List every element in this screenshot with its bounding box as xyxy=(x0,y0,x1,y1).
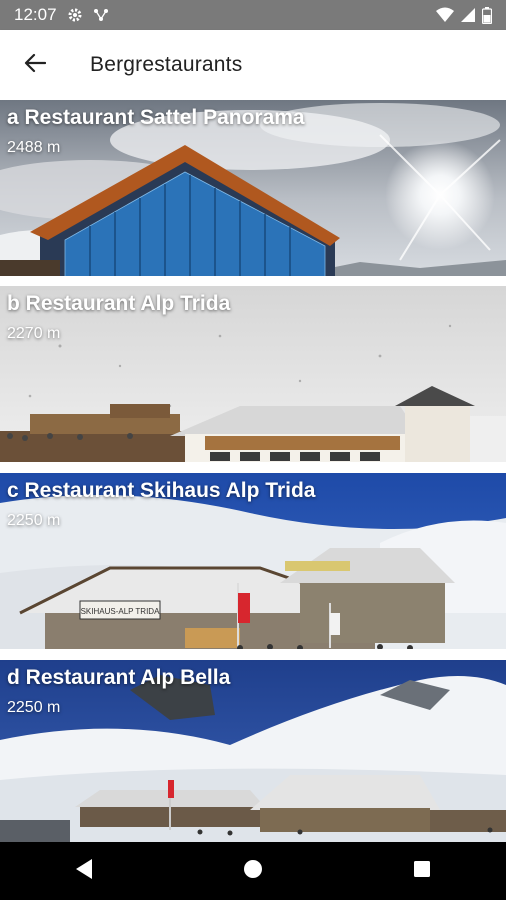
restaurant-title: a Restaurant Sattel Panorama xyxy=(7,106,305,129)
svg-text:SKIHAUS-ALP TRIDA: SKIHAUS-ALP TRIDA xyxy=(81,607,161,616)
signal-icon xyxy=(460,7,476,23)
nav-home-button[interactable] xyxy=(223,842,283,900)
recents-square-icon xyxy=(413,860,431,883)
restaurant-list: a Restaurant Sattel Panorama 2488 m b Re… xyxy=(0,100,506,842)
status-bar: 12:07 xyxy=(0,0,506,30)
arrow-left-icon xyxy=(24,53,47,78)
back-triangle-icon xyxy=(74,858,94,885)
restaurant-altitude: 2488 m xyxy=(7,139,61,156)
nav-back-button[interactable] xyxy=(54,842,114,900)
battery-icon xyxy=(482,6,492,24)
system-nav-bar xyxy=(0,842,506,900)
restaurant-card-sattel-panorama[interactable]: a Restaurant Sattel Panorama 2488 m xyxy=(0,100,506,280)
restaurant-card-alp-bella[interactable]: d Restaurant Alp Bella 2250 m xyxy=(0,660,506,842)
restaurant-card-skihaus-alp-trida[interactable]: SKIHAUS-ALP TRIDA c Restaurant Skihaus A… xyxy=(0,473,506,654)
wifi-icon xyxy=(436,7,454,23)
page-title: Bergrestaurants xyxy=(90,53,243,76)
restaurant-altitude: 2250 m xyxy=(7,512,61,529)
gear-icon xyxy=(67,7,83,23)
app-bar: Bergrestaurants xyxy=(0,30,506,100)
restaurant-title: c Restaurant Skihaus Alp Trida xyxy=(7,479,316,502)
home-circle-icon xyxy=(243,859,263,884)
restaurant-title: b Restaurant Alp Trida xyxy=(7,292,231,315)
nav-recents-button[interactable] xyxy=(392,842,452,900)
restaurant-altitude: 2270 m xyxy=(7,325,61,342)
network-icon xyxy=(93,7,109,23)
restaurant-card-alp-trida[interactable]: b Restaurant Alp Trida 2270 m xyxy=(0,286,506,467)
back-button[interactable] xyxy=(0,30,70,100)
restaurant-title: d Restaurant Alp Bella xyxy=(7,666,231,689)
restaurant-altitude: 2250 m xyxy=(7,699,61,716)
status-time: 12:07 xyxy=(14,5,57,24)
